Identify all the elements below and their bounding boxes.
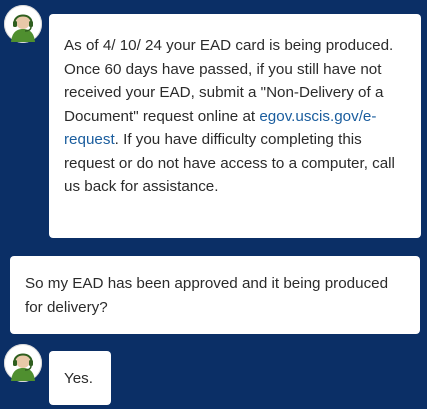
user-message-bubble: So my EAD has been approved and it being…	[10, 256, 420, 334]
headset-agent-icon	[4, 344, 42, 382]
agent-message-text: Yes.	[64, 370, 93, 387]
user-message-text: So my EAD has been approved and it being…	[25, 275, 389, 316]
agent-avatar	[4, 344, 42, 382]
agent-message-bubble: As of 4/ 10/ 24 your EAD card is being p…	[49, 14, 421, 238]
headset-agent-icon	[4, 5, 42, 43]
agent-avatar	[4, 5, 42, 43]
agent-message-bubble: Yes.	[49, 351, 111, 405]
